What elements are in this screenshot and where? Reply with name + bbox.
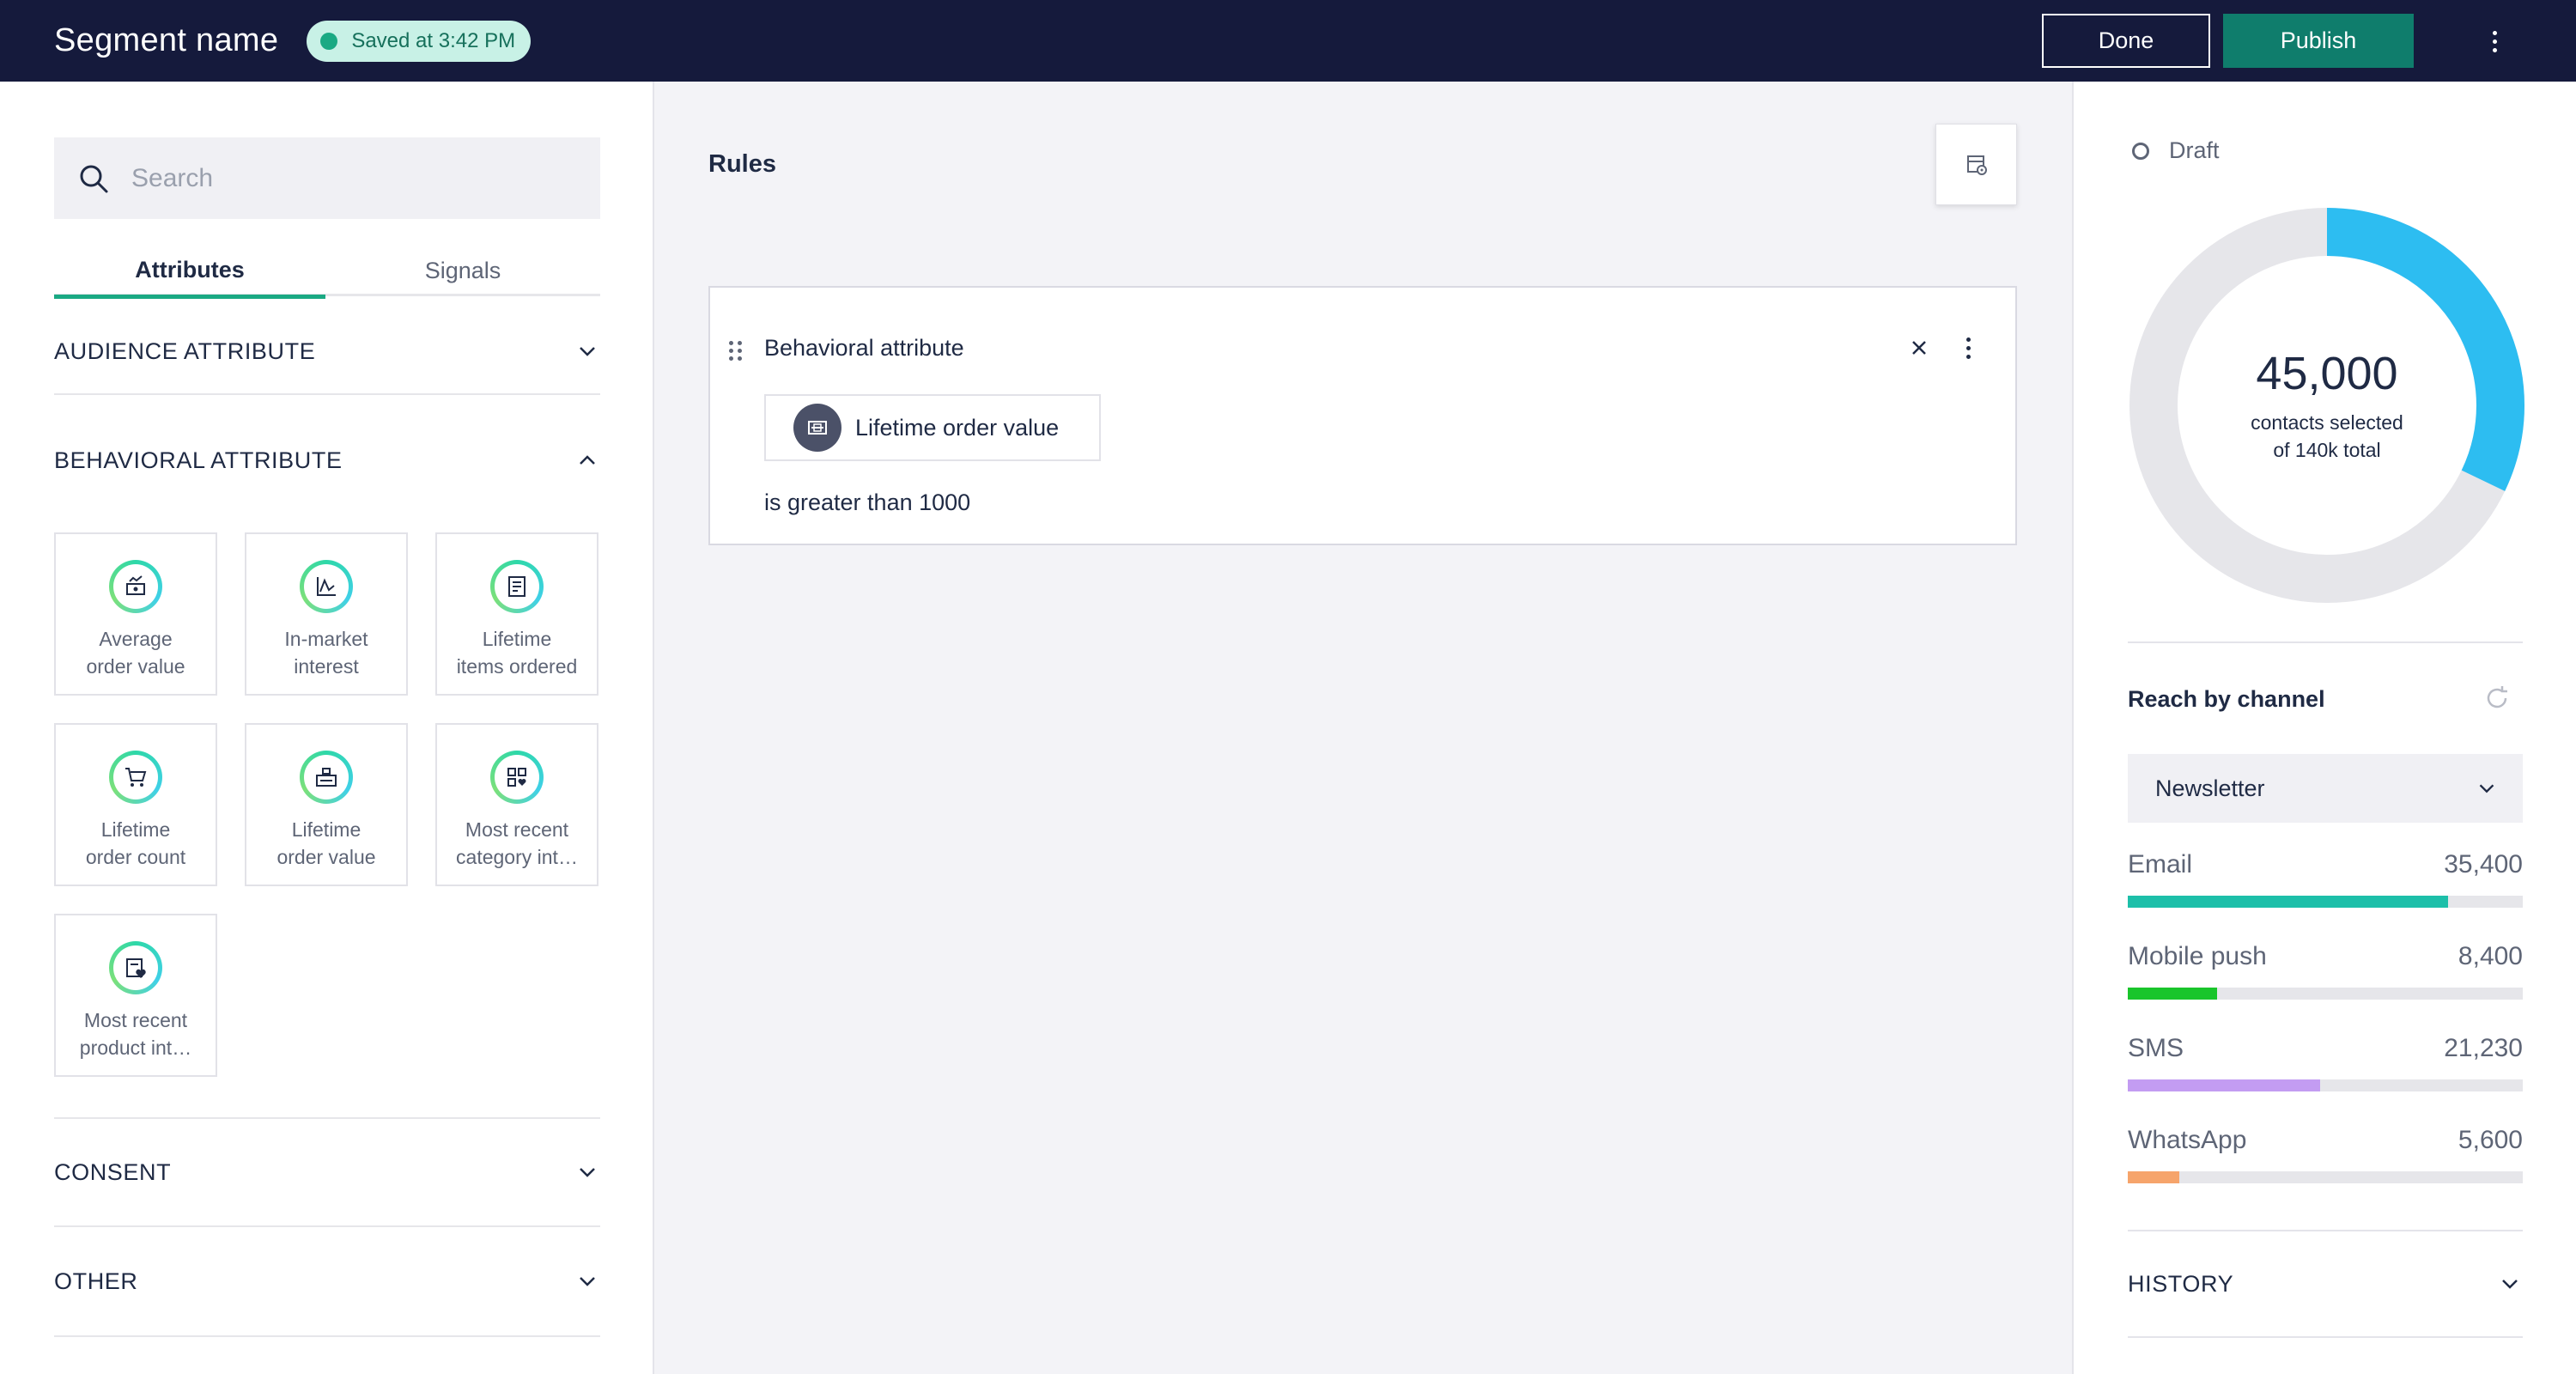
more-options-icon[interactable] [1959, 334, 1977, 362]
attribute-tile-most-recent-product-interest[interactable]: Most recent product int… [54, 914, 217, 1077]
tile-label: Most recent product int… [79, 1009, 192, 1059]
channel-bar-track [2128, 896, 2523, 908]
status-text: Draft [2169, 137, 2220, 163]
tab-attributes[interactable]: Attributes [54, 245, 325, 299]
channel-row-mobile-push: Mobile push 8,400 [2128, 942, 2523, 1002]
rule-settings-button[interactable] [1935, 124, 2017, 205]
channel-name: WhatsApp [2128, 1126, 2247, 1154]
attribute-tile-most-recent-category-interest[interactable]: Most recent category int… [435, 723, 598, 886]
section-label: OTHER [54, 1268, 138, 1294]
search-icon [80, 165, 108, 192]
summary-panel: Draft 45,000 contacts selected of 140k t… [2072, 82, 2576, 1374]
attribute-tile-in-market-interest[interactable]: In-market interest [245, 532, 408, 696]
channel-name: SMS [2128, 1034, 2184, 1062]
cart-icon [109, 751, 162, 804]
channel-bar-fill [2128, 1171, 2179, 1183]
saved-status-badge: Saved at 3:42 PM [307, 20, 532, 62]
tile-label: In-market interest [284, 628, 368, 678]
history-label: HISTORY [2128, 1270, 2234, 1297]
product-heart-icon [109, 941, 162, 994]
channel-value: 8,400 [2458, 942, 2523, 970]
channel-select[interactable]: Newsletter [2128, 754, 2523, 823]
tab-signals[interactable]: Signals [327, 245, 598, 296]
chevron-down-icon[interactable] [574, 1159, 600, 1185]
channel-bar-fill [2128, 896, 2448, 908]
channel-row-email: Email 35,400 [2128, 850, 2523, 910]
status-circle-icon [2132, 142, 2149, 160]
attribute-tile-lifetime-items-ordered[interactable]: Lifetime items ordered [435, 532, 598, 696]
channel-bar-fill [2128, 1079, 2321, 1091]
chevron-down-icon[interactable] [2497, 1271, 2523, 1297]
refresh-icon[interactable] [2482, 683, 2512, 714]
segment-name-title[interactable]: Segment name [54, 22, 278, 59]
section-label: BEHAVIORAL ATTRIBUTE [54, 447, 343, 473]
section-behavioral-attribute[interactable]: BEHAVIORAL ATTRIBUTE [54, 417, 600, 503]
search-box[interactable] [54, 137, 600, 219]
rule-card: Behavioral attribute Lifetime order valu… [708, 286, 2017, 545]
saved-status-dot [320, 32, 338, 50]
rules-title: Rules [708, 150, 776, 178]
divider [2128, 1230, 2523, 1231]
reach-title: Reach by channel [2128, 686, 2325, 712]
category-grid-icon [490, 751, 544, 804]
channel-bar-track [2128, 988, 2523, 1000]
attribute-tile-average-order-value[interactable]: Average order value [54, 532, 217, 696]
trend-chart-icon [300, 560, 353, 613]
channel-value: 5,600 [2458, 1126, 2523, 1154]
divider [2128, 641, 2523, 643]
status-indicator: Draft [2132, 137, 2220, 164]
saved-status-text: Saved at 3:42 PM [351, 28, 516, 52]
tile-label: Average order value [86, 628, 185, 678]
tile-label: Most recent category int… [456, 818, 578, 868]
channel-name: Mobile push [2128, 942, 2267, 970]
channel-row-sms: SMS 21,230 [2128, 1034, 2523, 1094]
section-audience-attribute[interactable]: AUDIENCE ATTRIBUTE [54, 309, 600, 395]
chevron-down-icon[interactable] [574, 338, 600, 364]
order-value-icon [109, 560, 162, 613]
channel-bar-fill [2128, 988, 2217, 1000]
section-other[interactable]: OTHER [54, 1227, 600, 1337]
channel-select-value: Newsletter [2155, 775, 2265, 801]
drag-handle-icon[interactable] [729, 341, 742, 361]
history-section[interactable]: HISTORY [2128, 1267, 2523, 1301]
tile-label: Lifetime order count [85, 818, 186, 868]
chevron-up-icon[interactable] [574, 447, 600, 473]
contacts-donut: 45,000 contacts selected of 140k total [2128, 206, 2526, 605]
done-button[interactable]: Done [2042, 14, 2210, 68]
cash-register-icon [300, 751, 353, 804]
attribute-tile-lifetime-order-value[interactable]: Lifetime order value [245, 723, 408, 886]
channel-value: 35,400 [2444, 850, 2523, 879]
section-label: CONSENT [54, 1158, 172, 1185]
rule-heading: Behavioral attribute [764, 335, 964, 361]
channel-name: Email [2128, 850, 2193, 879]
contacts-count: 45,000 [2256, 348, 2398, 399]
cash-register-icon [793, 404, 841, 452]
panel-tabs: Attributes Signals [54, 245, 600, 299]
publish-button[interactable]: Publish [2223, 14, 2414, 68]
channel-bar-track [2128, 1079, 2523, 1091]
search-input[interactable] [131, 163, 561, 193]
items-list-icon [490, 560, 544, 613]
tile-label: Lifetime order value [276, 818, 376, 868]
channel-row-whatsapp: WhatsApp 5,600 [2128, 1126, 2523, 1186]
top-bar: Segment name Saved at 3:42 PM Done Publi… [0, 0, 2576, 82]
channel-bar-track [2128, 1171, 2523, 1183]
attributes-panel: Attributes Signals AUDIENCE ATTRIBUTE BE… [0, 82, 654, 1374]
contacts-subtitle: contacts selected of 140k total [2251, 411, 2403, 461]
section-consent[interactable]: CONSENT [54, 1117, 600, 1227]
section-label: AUDIENCE ATTRIBUTE [54, 337, 316, 364]
tile-label: Lifetime items ordered [456, 628, 578, 678]
more-options-icon[interactable] [2482, 26, 2507, 57]
divider [2128, 1336, 2523, 1338]
rule-settings-icon [1966, 155, 1987, 175]
chevron-down-icon [2479, 784, 2494, 793]
attribute-tile-lifetime-order-count[interactable]: Lifetime order count [54, 723, 217, 886]
channel-value: 21,230 [2444, 1034, 2523, 1062]
attribute-chip-label: Lifetime order value [855, 414, 1060, 441]
close-icon[interactable] [1906, 335, 1932, 361]
chevron-down-icon[interactable] [574, 1268, 600, 1294]
attribute-chip[interactable]: Lifetime order value [764, 394, 1101, 461]
rule-condition[interactable]: is greater than 1000 [764, 489, 970, 516]
